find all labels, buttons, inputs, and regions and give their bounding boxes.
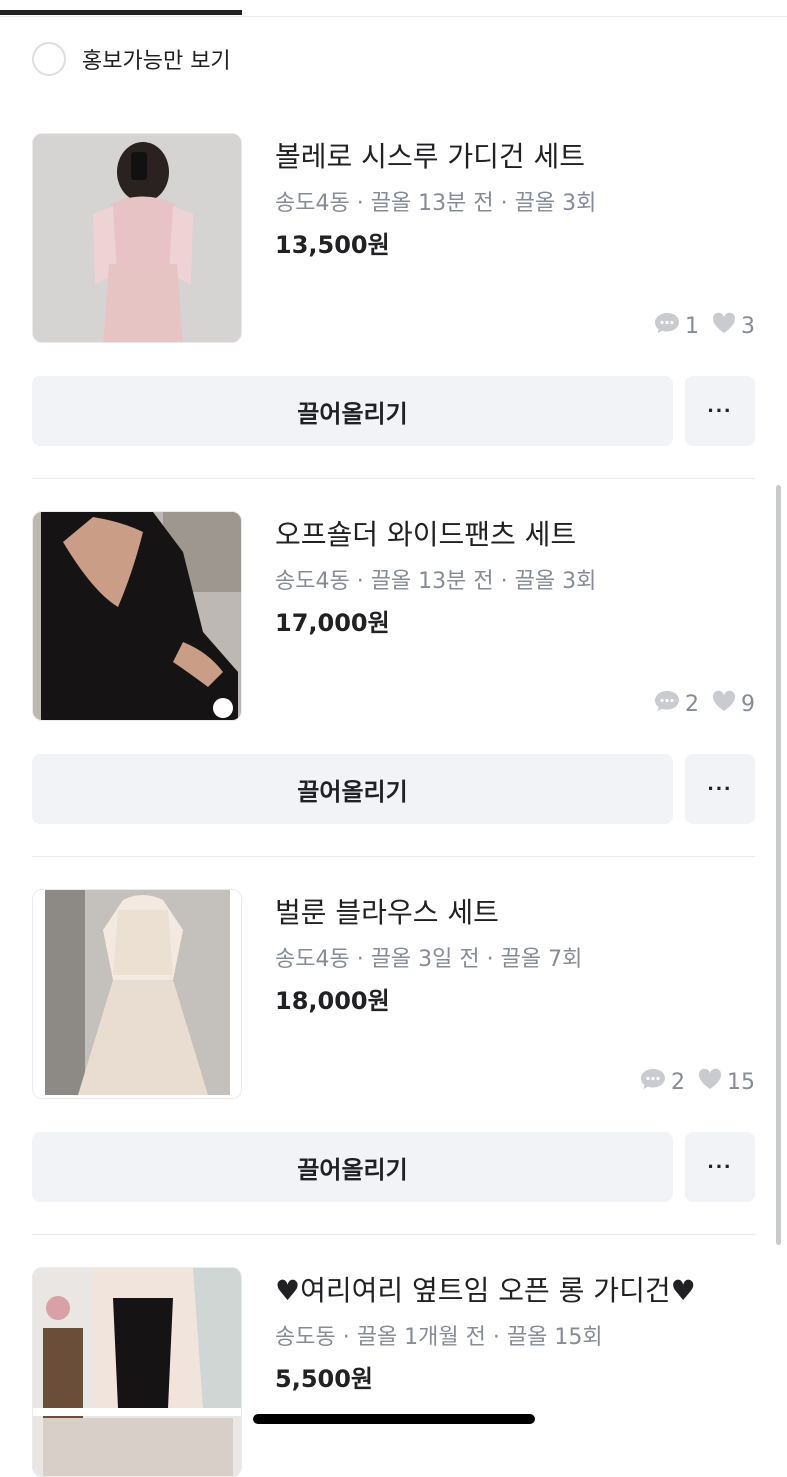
like-count: 15 — [727, 1069, 755, 1095]
item-price: 17,000원 — [275, 609, 390, 637]
item-title[interactable]: ♥여리여리 옆트임 오픈 롱 가디건♥ — [275, 1269, 696, 1309]
scrollbar[interactable] — [776, 485, 781, 1245]
promo-filter-toggle[interactable]: 홍보가능만 보기 — [32, 40, 231, 78]
item-meta: 송도동 · 끌올 1개월 전 · 끌올 15회 — [275, 1325, 603, 1350]
item-title[interactable]: 볼레로 시스루 가디건 세트 — [275, 135, 585, 175]
more-options-button[interactable]: ··· — [685, 754, 755, 824]
product-thumbnail[interactable] — [32, 1267, 242, 1477]
bump-button[interactable]: 끌어올리기 — [32, 754, 673, 824]
item-meta: 송도4동 · 끌올 3일 전 · 끌올 7회 — [275, 947, 583, 972]
item-stats: 1 3 — [653, 311, 755, 341]
promo-filter-label: 홍보가능만 보기 — [82, 49, 231, 74]
item-price: 5,500원 — [275, 1365, 373, 1393]
comment-count: 1 — [685, 313, 699, 339]
heart-icon — [697, 1067, 723, 1097]
radio-circle-icon[interactable] — [32, 42, 66, 76]
product-thumbnail[interactable] — [32, 133, 242, 343]
item-price: 13,500원 — [275, 231, 390, 259]
like-count: 9 — [741, 691, 755, 717]
active-tab-indicator — [0, 10, 242, 15]
bump-button[interactable]: 끌어올리기 — [32, 376, 673, 446]
tab-bar — [0, 0, 787, 17]
heart-icon — [711, 311, 737, 341]
divider — [32, 478, 755, 479]
comment-icon — [653, 689, 681, 719]
home-indicator[interactable] — [253, 1414, 535, 1424]
more-options-button[interactable]: ··· — [685, 1132, 755, 1202]
item-stats: 2 15 — [639, 1067, 755, 1097]
item-title[interactable]: 오프숄더 와이드팬츠 세트 — [275, 513, 576, 553]
product-thumbnail[interactable] — [32, 889, 242, 1099]
comment-count: 2 — [685, 691, 699, 717]
item-stats: 2 9 — [653, 689, 755, 719]
item-meta: 송도4동 · 끌올 13분 전 · 끌올 3회 — [275, 191, 597, 216]
bump-button[interactable]: 끌어올리기 — [32, 1132, 673, 1202]
comment-icon — [639, 1067, 667, 1097]
product-thumbnail[interactable] — [32, 511, 242, 721]
item-meta: 송도4동 · 끌올 13분 전 · 끌올 3회 — [275, 569, 597, 594]
like-count: 3 — [741, 313, 755, 339]
heart-icon — [711, 689, 737, 719]
comment-count: 2 — [671, 1069, 685, 1095]
item-title[interactable]: 벌룬 블라우스 세트 — [275, 891, 499, 931]
more-options-button[interactable]: ··· — [685, 376, 755, 446]
divider — [32, 856, 755, 857]
divider — [32, 1234, 755, 1235]
comment-icon — [653, 311, 681, 341]
item-price: 18,000원 — [275, 987, 390, 1015]
